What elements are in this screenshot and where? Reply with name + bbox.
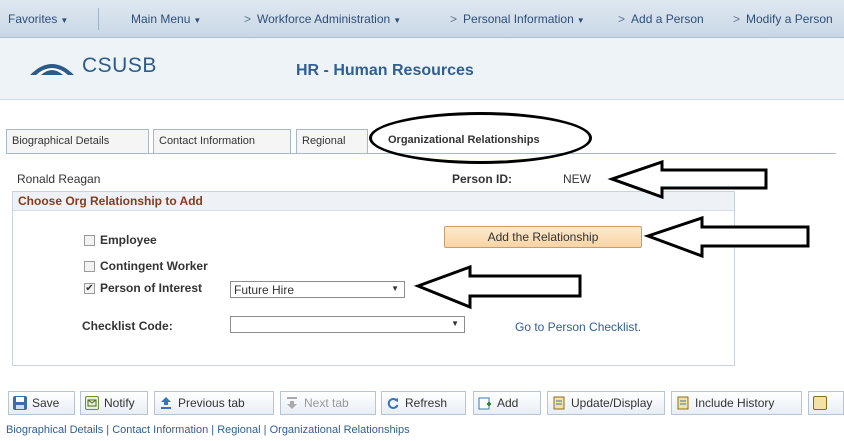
save-button[interactable]: Save: [8, 391, 75, 415]
person-name: Ronald Reagan: [17, 172, 101, 186]
correct-history-button-partial[interactable]: [808, 391, 844, 415]
add-button[interactable]: Add: [473, 391, 541, 415]
chevron-down-icon: ▼: [576, 16, 585, 25]
breadcrumb-label: Workforce Administration: [257, 12, 391, 26]
person-id-label: Person ID:: [452, 172, 513, 186]
page-header: CSUSB HR - Human Resources: [0, 38, 844, 100]
contingent-worker-label: Contingent Worker: [100, 259, 208, 273]
notify-button[interactable]: Notify: [80, 391, 148, 415]
update-display-button[interactable]: Update/Display: [547, 391, 665, 415]
employee-checkbox[interactable]: [84, 234, 95, 246]
nav-divider: [98, 8, 99, 30]
breadcrumb-workforce-admin[interactable]: > Workforce Administration ▼: [244, 12, 401, 26]
link-separator: |: [260, 424, 270, 436]
chevron-down-icon: ▼: [193, 16, 202, 25]
contingent-worker-checkbox[interactable]: [84, 260, 95, 272]
dropdown-arrow-icon: ▼: [391, 284, 399, 293]
person-checklist-link[interactable]: Go to Person Checklist.: [515, 320, 641, 334]
tab-label: Regional: [302, 135, 346, 147]
person-of-interest-label: Person of Interest: [100, 281, 203, 295]
tab-label: Contact Information: [159, 135, 255, 147]
correct-history-icon: [813, 396, 827, 410]
main-menu[interactable]: Main Menu ▼: [131, 12, 201, 26]
top-nav-bar: Favorites ▼ Main Menu ▼ > Workforce Adminis…: [0, 0, 844, 38]
next-tab-label: Next tab: [304, 396, 349, 410]
previous-tab-label: Previous tab: [178, 396, 245, 410]
previous-tab-icon: [159, 396, 173, 410]
breadcrumb-add-person[interactable]: > Add a Person: [618, 12, 704, 26]
favorites-menu[interactable]: Favorites ▼: [8, 12, 68, 26]
link-contact-information[interactable]: Contact Information: [112, 424, 208, 436]
add-relationship-button[interactable]: Add the Relationship: [444, 226, 642, 248]
dropdown-arrow-icon: ▼: [451, 319, 459, 328]
link-biographical-details[interactable]: Biographical Details: [6, 424, 103, 436]
include-history-icon: [676, 396, 690, 410]
annotation-arrow-person-id: [607, 159, 768, 200]
person-of-interest-checkbox[interactable]: ✔: [84, 282, 95, 294]
employee-label: Employee: [100, 233, 157, 247]
page-title: HR - Human Resources: [296, 62, 474, 79]
main-menu-label: Main Menu: [131, 12, 191, 26]
save-label: Save: [32, 396, 60, 410]
refresh-label: Refresh: [405, 396, 448, 410]
poi-type-value: Future Hire: [234, 283, 295, 297]
breadcrumb-separator-icon: >: [450, 12, 458, 26]
notify-icon: [85, 396, 99, 410]
tab-biographical-details[interactable]: Biographical Details: [6, 129, 149, 153]
breadcrumb-modify-person[interactable]: > Modify a Person: [733, 12, 833, 26]
link-separator: |: [103, 424, 113, 436]
tab-label: Biographical Details: [12, 135, 110, 147]
notify-label: Notify: [104, 396, 135, 410]
breadcrumb-separator-icon: >: [733, 12, 741, 26]
chevron-down-icon: ▼: [60, 16, 69, 25]
csusb-logo-icon: [30, 64, 74, 75]
csusb-logo: CSUSB: [28, 54, 157, 78]
save-icon: [13, 396, 27, 410]
tab-regional[interactable]: Regional: [296, 129, 368, 153]
link-separator: |: [208, 424, 218, 436]
breadcrumb-label: Modify a Person: [746, 12, 833, 26]
annotation-arrow-poi: [413, 264, 582, 310]
link-organizational-relationships[interactable]: Organizational Relationships: [270, 424, 410, 436]
refresh-icon: [386, 396, 400, 410]
annotation-arrow-add-button: [643, 215, 810, 259]
contingent-checkbox-row: Contingent Worker: [84, 259, 208, 273]
bottom-page-links: Biographical Details | Contact Informati…: [6, 424, 410, 436]
add-icon: [478, 396, 492, 410]
favorites-label: Favorites: [8, 12, 58, 26]
checkmark-icon: ✔: [85, 282, 94, 294]
highlight-ellipse: [369, 112, 592, 164]
include-history-button[interactable]: Include History: [671, 391, 802, 415]
breadcrumb-personal-info[interactable]: > Personal Information ▼: [450, 12, 585, 26]
poi-checkbox-row: ✔ Person of Interest: [84, 281, 202, 295]
include-history-label: Include History: [695, 396, 775, 410]
org-relationship-groupbox: Choose Org Relationship to Add: [12, 191, 735, 366]
update-display-icon: [552, 396, 566, 410]
person-id-value: NEW: [563, 172, 591, 186]
logo-text: CSUSB: [82, 54, 157, 77]
employee-checkbox-row: Employee: [84, 233, 157, 247]
next-tab-button[interactable]: Next tab: [280, 391, 376, 415]
checklist-code-label: Checklist Code:: [82, 319, 173, 333]
tab-contact-information[interactable]: Contact Information: [153, 129, 291, 153]
add-label: Add: [497, 396, 519, 410]
update-display-label: Update/Display: [571, 396, 653, 410]
refresh-button[interactable]: Refresh: [381, 391, 466, 415]
previous-tab-button[interactable]: Previous tab: [154, 391, 274, 415]
breadcrumb-separator-icon: >: [618, 12, 626, 26]
breadcrumb-label: Add a Person: [631, 12, 704, 26]
poi-type-select[interactable]: Future Hire ▼: [230, 281, 405, 298]
breadcrumb-separator-icon: >: [244, 12, 252, 26]
checklist-code-select[interactable]: ▼: [230, 316, 465, 333]
next-tab-icon: [285, 396, 299, 410]
breadcrumb-label: Personal Information: [463, 12, 574, 26]
link-regional[interactable]: Regional: [217, 424, 260, 436]
chevron-down-icon: ▼: [393, 16, 402, 25]
